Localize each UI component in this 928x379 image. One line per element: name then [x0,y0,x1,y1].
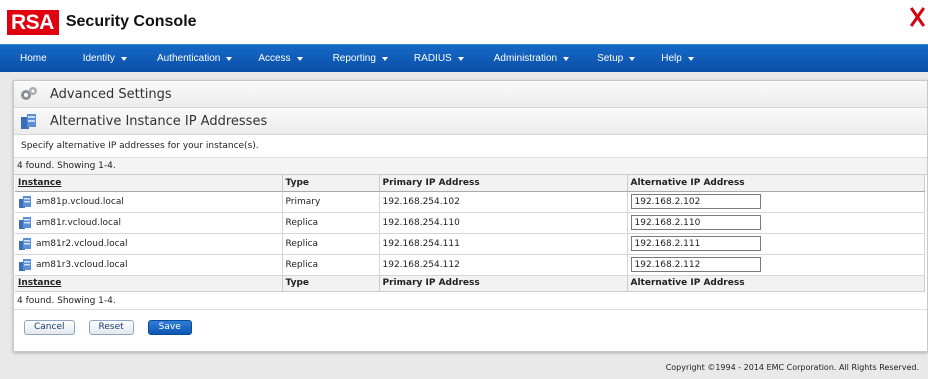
page-title: Alternative Instance IP Addresses [50,113,268,129]
gears-icon [21,87,37,100]
cell-type: Primary [282,191,380,213]
chevron-down-icon [687,56,694,61]
cell-instance: am81r3.vcloud.local [15,254,283,276]
nav-item-authentication[interactable]: Authentication [156,53,233,64]
chevron-down-icon [120,56,127,61]
main-nav: Home Identity Authentication Access Reportin… [0,44,928,72]
table-row: am81r2.vcloud.local Replica 192.168.254.11… [15,233,925,255]
nav-item-radius[interactable]: RADIUS [414,53,464,64]
nav-item-label: RADIUS [413,53,452,64]
column-footer-primary-ip: Primary IP Address [379,274,628,292]
copyright-text: Copyright ©1994 - 2014 EMC Corporation. … [665,363,919,372]
cell-alternative-ip [627,233,925,255]
alternative-ip-input[interactable] [630,215,761,230]
content-panel: Advanced Settings Alternative Instance I… [13,80,928,352]
nav-item-access[interactable]: Access [258,53,303,64]
nav-item-label: Help [661,53,682,64]
column-header-type: Type [282,175,380,192]
instance-name: am81r.vcloud.local [36,217,121,228]
alternative-ip-input[interactable] [630,257,761,272]
cell-alternative-ip [627,212,925,234]
instance-cell: am81r3.vcloud.local [18,258,282,272]
form-buttons: Cancel Reset Save [14,310,927,335]
app-title: Security Console [65,13,197,30]
page-header: Alternative Instance IP Addresses [14,108,927,135]
close-icon[interactable] [910,6,924,28]
cell-primary-ip: 192.168.254.110 [379,212,628,234]
table-row: am81r.vcloud.local Replica 192.168.254.110 [15,212,925,234]
nav-item-reporting[interactable]: Reporting [333,53,388,64]
breadcrumb-title: Advanced Settings [50,86,172,102]
results-count-bottom: 4 found. Showing 1-4. [14,292,927,310]
rsa-logo: RSA Security Console [7,9,197,35]
nav-item-label: Identity [82,53,115,64]
cell-primary-ip: 192.168.254.102 [379,191,628,213]
cancel-button[interactable]: Cancel [24,319,75,335]
nav-item-label: Authentication [156,53,221,64]
instance-table: Instance Type Primary IP Address Alterna… [15,175,925,292]
cell-instance: am81p.vcloud.local [15,191,283,213]
nav-item-home[interactable]: Home [20,53,47,64]
page-description: Specify alternative IP addresses for you… [14,135,927,158]
instance-cell: am81r.vcloud.local [18,216,282,230]
server-stack-icon [21,114,36,129]
brand-mark: RSA [7,9,59,35]
nav-item-help[interactable]: Help [661,53,694,64]
alternative-ip-input[interactable] [630,194,761,209]
chevron-down-icon [629,56,636,61]
server-icon [19,237,31,250]
cell-type: Replica [282,233,380,255]
nav-item-label: Administration [493,53,558,64]
table-footer-row: Instance Type Primary IP Address Alterna… [15,274,925,292]
nav-item-label: Home [20,53,47,64]
nav-item-label: Reporting [332,53,376,64]
chevron-down-icon [226,56,233,61]
cell-alternative-ip [627,254,925,276]
instance-cell: am81r2.vcloud.local [18,237,282,251]
nav-item-setup[interactable]: Setup [597,53,636,64]
app-header: RSA Security Console [0,0,928,44]
column-footer-alternative-ip: Alternative IP Address [627,274,925,292]
reset-button[interactable]: Reset [88,319,134,335]
server-icon [19,195,31,208]
chevron-down-icon [381,56,388,61]
instance-name: am81p.vcloud.local [36,196,124,207]
column-footer-type: Type [282,274,380,292]
cell-instance: am81r2.vcloud.local [15,233,283,255]
chevron-down-icon [563,56,570,61]
table-row: am81p.vcloud.local Primary 192.168.254.102 [15,191,925,213]
alternative-ip-input[interactable] [630,236,761,251]
cell-instance: am81r.vcloud.local [15,212,283,234]
nav-item-identity[interactable]: Identity [83,53,127,64]
server-icon [19,216,31,229]
nav-item-administration[interactable]: Administration [493,53,570,64]
server-icon [19,258,31,271]
chevron-down-icon [457,56,464,61]
column-header-primary-ip: Primary IP Address [379,175,628,192]
column-header-instance[interactable]: Instance [15,175,283,192]
table-header-row: Instance Type Primary IP Address Alterna… [15,175,925,192]
instance-name: am81r3.vcloud.local [36,259,128,270]
instance-cell: am81p.vcloud.local [18,195,282,209]
save-button[interactable]: Save [147,319,192,335]
cell-type: Replica [282,212,380,234]
instance-name: am81r2.vcloud.local [36,238,128,249]
chevron-down-icon [296,56,303,61]
table-row: am81r3.vcloud.local Replica 192.168.254.11… [15,254,925,276]
results-count-top: 4 found. Showing 1-4. [14,158,927,175]
nav-item-label: Access [258,53,291,64]
column-header-alternative-ip: Alternative IP Address [627,175,925,192]
cell-alternative-ip [627,191,925,213]
advanced-settings-header: Advanced Settings [14,81,927,108]
column-footer-instance[interactable]: Instance [15,274,283,292]
cell-type: Replica [282,254,380,276]
cell-primary-ip: 192.168.254.111 [379,233,628,255]
cell-primary-ip: 192.168.254.112 [379,254,628,276]
nav-item-label: Setup [597,53,624,64]
